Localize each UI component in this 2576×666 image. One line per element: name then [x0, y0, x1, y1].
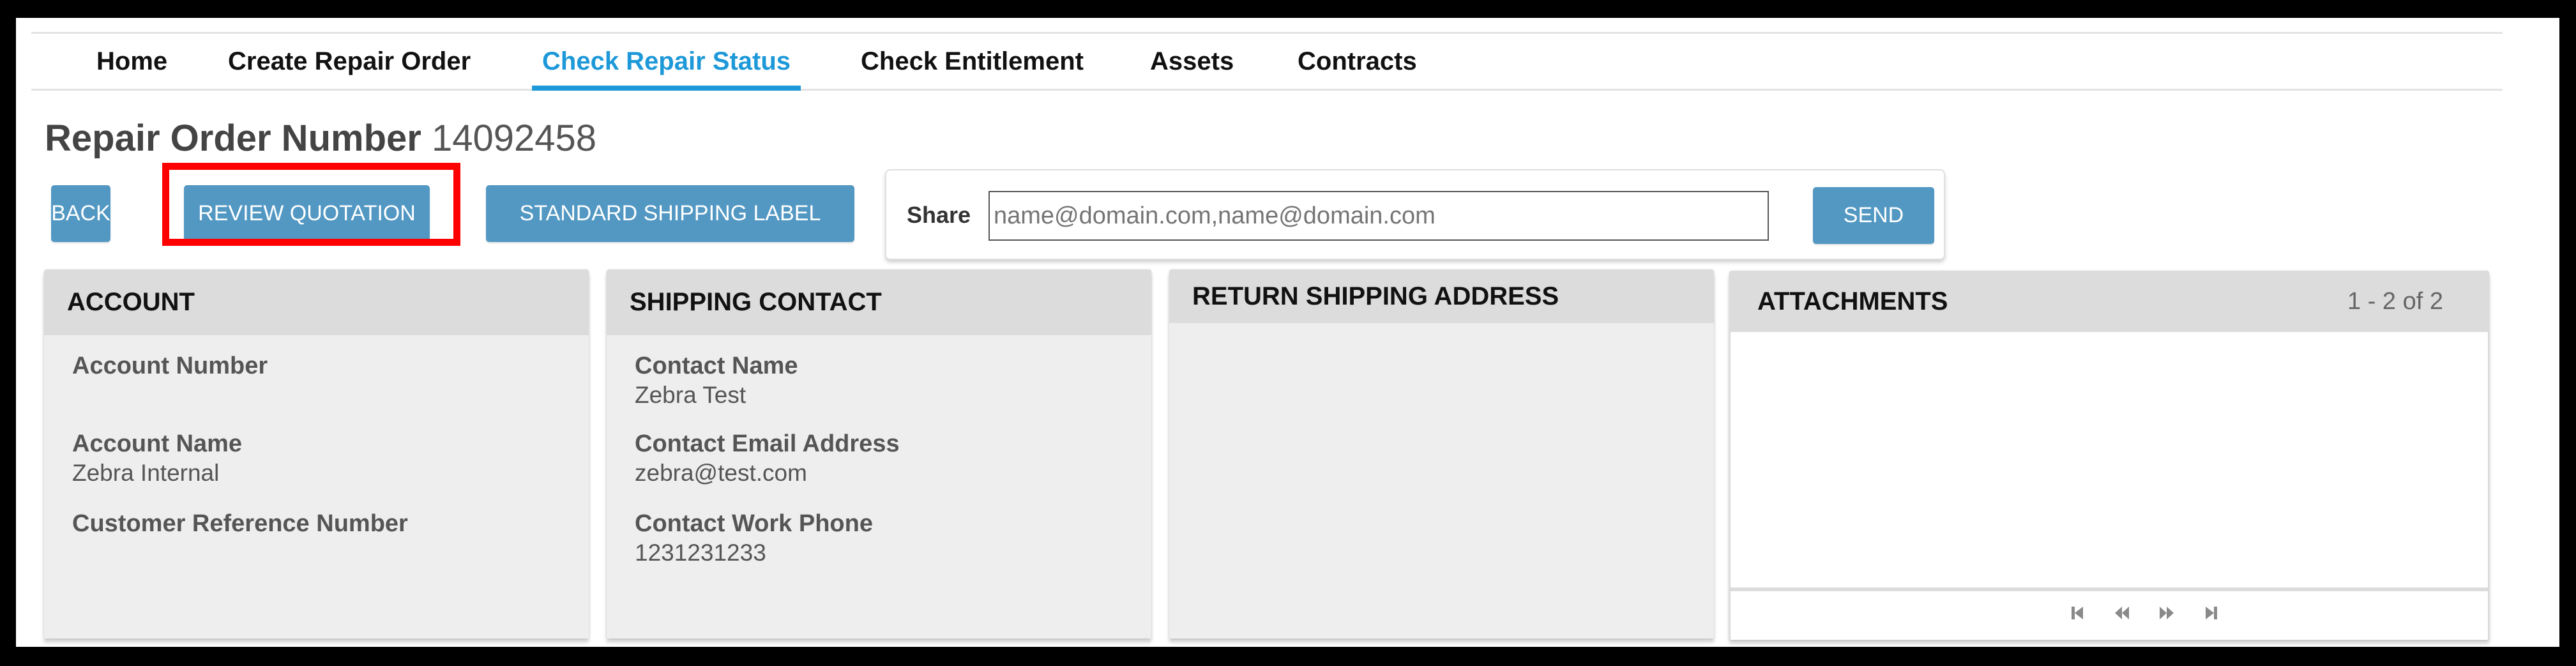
- shipping-contact-panel-header: SHIPPING CONTACT: [607, 269, 1151, 335]
- title-label: Repair Order Number: [45, 117, 421, 159]
- last-page-icon[interactable]: [2197, 600, 2226, 626]
- customer-reference-number-field: Customer Reference Number: [72, 509, 408, 538]
- field-value: zebra@test.com: [635, 460, 807, 486]
- nav-contracts[interactable]: Contracts: [1298, 34, 1417, 89]
- account-panel: ACCOUNT Account Number Account Name Zebr…: [44, 269, 589, 639]
- top-nav: Home Create Repair Order Check Repair St…: [31, 32, 2503, 91]
- field-label: Contact Name: [635, 352, 798, 379]
- send-button[interactable]: SEND: [1813, 187, 1934, 244]
- share-panel: Share SEND: [885, 169, 1945, 260]
- first-page-icon[interactable]: [2063, 600, 2092, 626]
- field-label: Contact Work Phone: [635, 510, 873, 537]
- nav-check-entitlement[interactable]: Check Entitlement: [861, 34, 1084, 89]
- field-value: Zebra Test: [635, 382, 746, 408]
- nav-assets[interactable]: Assets: [1150, 34, 1234, 89]
- back-button[interactable]: BACK: [51, 185, 110, 242]
- standard-shipping-label-button[interactable]: STANDARD SHIPPING LABEL: [486, 185, 854, 242]
- next-page-icon[interactable]: [2152, 600, 2181, 626]
- field-label: Account Name: [72, 430, 243, 457]
- account-panel-title: ACCOUNT: [67, 288, 195, 316]
- account-number-field: Account Number: [72, 351, 268, 381]
- account-name-field: Account Name Zebra Internal: [72, 429, 242, 488]
- contact-work-phone-field: Contact Work Phone 1231231233: [635, 509, 873, 568]
- field-label: Account Number: [72, 352, 268, 379]
- field-value: Zebra Internal: [72, 460, 220, 486]
- field-value: 1231231233: [635, 540, 766, 566]
- nav-home[interactable]: Home: [96, 34, 167, 89]
- contact-name-field: Contact Name Zebra Test: [635, 351, 798, 410]
- page-title: Repair Order Number 14092458: [45, 117, 596, 160]
- nav-check-repair-status[interactable]: Check Repair Status: [531, 34, 801, 91]
- prev-page-icon[interactable]: [2107, 600, 2137, 626]
- attachments-pager: [1731, 587, 2488, 640]
- attachments-panel-title: ATTACHMENTS: [1757, 287, 1948, 315]
- shipping-contact-panel: SHIPPING CONTACT Contact Name Zebra Test…: [607, 269, 1151, 639]
- share-email-input[interactable]: [989, 191, 1769, 241]
- return-shipping-address-panel-title: RETURN SHIPPING ADDRESS: [1192, 282, 1559, 310]
- attachments-list: [1729, 332, 2489, 640]
- nav-create-repair-order[interactable]: Create Repair Order: [228, 34, 471, 89]
- share-label: Share: [907, 202, 971, 228]
- attachments-count: 1 - 2 of 2: [2347, 288, 2443, 315]
- repair-order-number: 14092458: [431, 117, 597, 159]
- attachments-panel: ATTACHMENTS 1 - 2 of 2: [1729, 271, 2489, 640]
- account-panel-header: ACCOUNT: [44, 269, 589, 335]
- contact-email-field: Contact Email Address zebra@test.com: [635, 429, 900, 488]
- page: Home Create Repair Order Check Repair St…: [16, 18, 2559, 647]
- field-label: Customer Reference Number: [72, 510, 408, 537]
- return-shipping-address-panel-header: RETURN SHIPPING ADDRESS: [1169, 269, 1714, 323]
- attachments-panel-header: ATTACHMENTS 1 - 2 of 2: [1729, 271, 2489, 332]
- return-shipping-address-panel: RETURN SHIPPING ADDRESS: [1169, 269, 1714, 639]
- shipping-contact-panel-title: SHIPPING CONTACT: [630, 288, 882, 316]
- highlight-box: [162, 163, 460, 246]
- field-label: Contact Email Address: [635, 430, 900, 457]
